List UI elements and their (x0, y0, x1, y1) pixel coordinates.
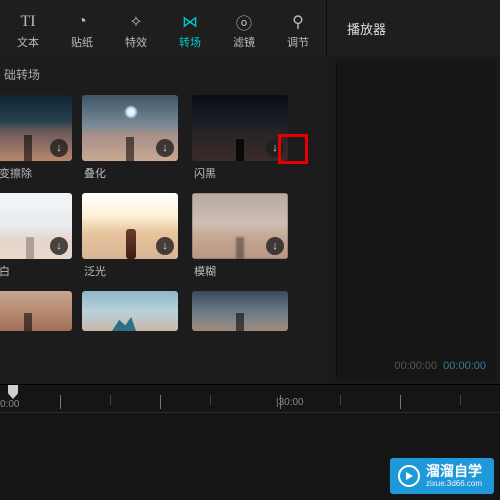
download-icon[interactable]: ↓ (156, 139, 174, 157)
transition-item[interactable]: ↓ 泛光 (82, 193, 182, 279)
watermark-url: zixue.3d66.com (426, 480, 482, 488)
transition-item[interactable]: ↓ 闪白 (0, 193, 72, 279)
download-icon[interactable]: ↓ (156, 237, 174, 255)
download-icon[interactable]: ↓ (266, 139, 284, 157)
tick-label: |30:00 (276, 397, 304, 408)
tab-filter[interactable]: ⓞ 滤镜 (224, 12, 264, 50)
item-label: 泛光 (82, 263, 182, 279)
item-label: 模糊 (192, 263, 292, 279)
adjust-icon: ⚲ (292, 12, 304, 32)
timeline-ruler[interactable]: 0:00 |30:00 (0, 385, 500, 413)
tab-effect[interactable]: ✧ 特效 (116, 12, 156, 50)
tab-sticker[interactable]: ◔ 贴纸 (62, 12, 102, 50)
watermark: 溜溜自学 zixue.3d66.com (390, 458, 494, 494)
watermark-text: 溜溜自学 (426, 464, 482, 478)
transition-item[interactable] (82, 291, 182, 331)
transition-item[interactable]: ↓ 闪黑 (192, 95, 292, 181)
timecode-current: 00:00:00 (394, 360, 437, 372)
topbar: TI 文本 ◔ 贴纸 ✧ 特效 ⋈ 转场 ⓞ 滤镜 ⚲ 调节 播放器 (0, 0, 500, 56)
play-icon (398, 465, 420, 487)
transition-item[interactable]: ↓ 模糊 (192, 193, 292, 279)
download-icon[interactable]: ↓ (50, 237, 68, 255)
timecodes: 00:00:00 00:00:00 (394, 360, 486, 372)
transition-item[interactable] (0, 291, 72, 331)
item-label: 闪黑 (192, 165, 292, 181)
transition-item[interactable]: ↓ 斩变擦除 (0, 95, 72, 181)
item-label: 闪白 (0, 263, 72, 279)
item-label: 斩变擦除 (0, 165, 72, 181)
tab-text[interactable]: TI 文本 (8, 12, 48, 50)
section-title: 础转场 (0, 56, 330, 91)
main-area: 础转场 ↓ 斩变擦除 ↓ 叠化 (0, 56, 500, 384)
tab-label: 调节 (287, 34, 309, 50)
top-tabs: TI 文本 ◔ 贴纸 ✧ 特效 ⋈ 转场 ⓞ 滤镜 ⚲ 调节 (0, 0, 326, 56)
download-icon[interactable]: ↓ (50, 139, 68, 157)
item-label: 叠化 (82, 165, 182, 181)
tab-label: 转场 (179, 34, 201, 50)
player-panel: 00:00:00 00:00:00 (336, 60, 496, 380)
thumbnail-grid: ↓ 斩变擦除 ↓ 叠化 ↓ 闪黑 (0, 91, 330, 331)
download-icon[interactable]: ↓ (266, 237, 284, 255)
transition-gallery: 础转场 ↓ 斩变擦除 ↓ 叠化 (0, 56, 330, 384)
transition-item[interactable]: ↓ 叠化 (82, 95, 182, 181)
tab-label: 特效 (125, 34, 147, 50)
tick-label: 0:00 (0, 399, 19, 410)
tab-label: 贴纸 (71, 34, 93, 50)
filter-icon: ⓞ (236, 12, 252, 32)
tab-transition[interactable]: ⋈ 转场 (170, 12, 210, 50)
tab-label: 滤镜 (233, 34, 255, 50)
transition-icon: ⋈ (182, 12, 198, 32)
playhead[interactable] (8, 385, 18, 399)
text-icon: TI (20, 12, 35, 32)
effect-icon: ✧ (129, 12, 142, 32)
tab-label: 文本 (17, 34, 39, 50)
transition-item[interactable] (192, 291, 292, 331)
player-panel-title: 播放器 (326, 0, 500, 56)
sticker-icon: ◔ (77, 12, 87, 32)
timecode-total: 00:00:00 (443, 360, 486, 372)
tab-adjust[interactable]: ⚲ 调节 (278, 12, 318, 50)
